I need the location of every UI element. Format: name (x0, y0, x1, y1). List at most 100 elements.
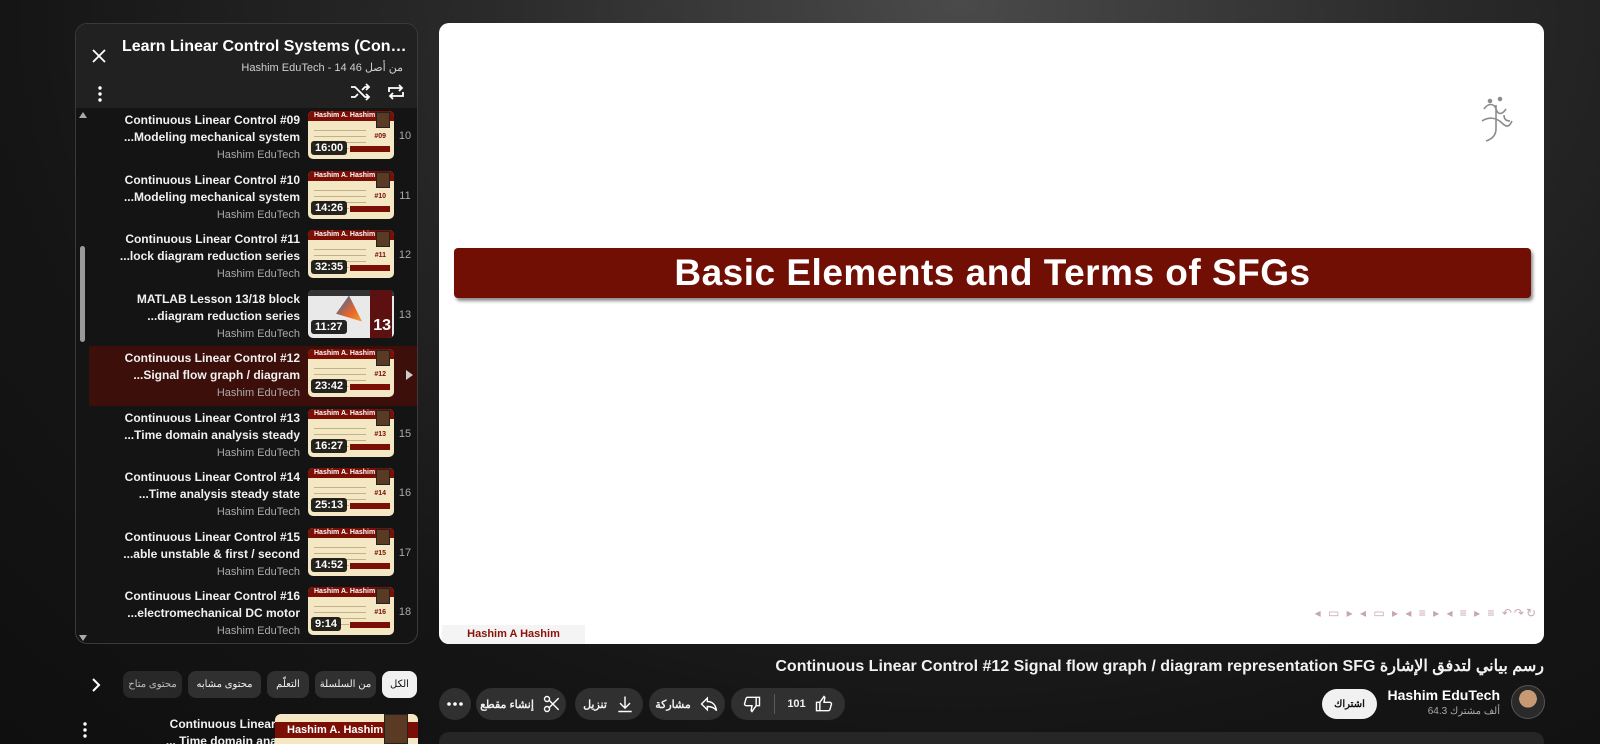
thumb-number: #09 (374, 133, 386, 140)
video-player[interactable]: Basic Elements and Terms of SFGs ◂ ▭ ▸ ◂… (439, 23, 1544, 644)
thumb-number: #15 (374, 549, 386, 557)
dislike-button[interactable] (738, 694, 766, 714)
description-box[interactable] (439, 732, 1544, 744)
playlist-item[interactable]: Continuous Linear Control #15 ...able un… (89, 525, 417, 585)
playlist-item-text: Continuous Linear Control #13 ...Time do… (89, 410, 300, 459)
channel-name: Hashim EduTech (216, 625, 300, 637)
thumb-number: 13 (373, 316, 391, 334)
share-button[interactable]: مشاركة (649, 688, 725, 720)
clip-button[interactable]: إنشاء مقطع (476, 688, 566, 720)
beamer-navigation-icons: ◂ ▭ ▸ ◂ ▭ ▸ ◂ ≡ ▸ ◂ ≡ ▸ ≡ ↶↷↻ (1314, 606, 1538, 620)
thumbs-down-icon (742, 694, 762, 714)
duration-badge: 16:27 (311, 438, 348, 453)
playlist-subtitle[interactable]: Hashim EduTech - 14 من أصل 46 (241, 61, 403, 74)
item-index: 18 (398, 606, 412, 618)
download-button[interactable]: تنزيل (575, 688, 643, 720)
calligraphy-logo (1476, 91, 1516, 147)
item-index: 15 (398, 427, 412, 440)
playlist-item[interactable]: Continuous Linear Control #14 ...Time an… (89, 465, 417, 525)
playlist-item-text: Continuous Linear Control #09 ...Modelin… (89, 112, 300, 161)
video-title-line: Continuous Linear Control #10 (124, 172, 300, 187)
matlab-logo-icon (336, 295, 362, 322)
video-thumbnail[interactable]: Hashim A. Hashim (275, 714, 418, 744)
slide-footer-author: Hashim A Hashim (442, 625, 585, 644)
thumb-avatar (376, 588, 390, 604)
recommended-item[interactable]: Continuous Linear Control #13 ... Time d… (75, 714, 418, 744)
playlist-item[interactable]: Continuous Linear Control #10 ...Modelin… (89, 168, 417, 228)
item-index: 13 (398, 308, 412, 321)
playlist-item[interactable]: Continuous Linear Control #09 ...Modelin… (89, 108, 417, 168)
thumb-band-text: Hashim A. Hashim (314, 171, 376, 179)
thumb-band-text: Hashim A. Hashim (314, 528, 376, 536)
playlist-item-active[interactable]: Continuous Linear Control #12 ...Signal … (89, 346, 417, 406)
playlist-item-text: Continuous Linear Control #14 ...Time an… (89, 469, 300, 518)
playlist-item-text: Continuous Linear Control #10 ...Modelin… (89, 172, 300, 221)
thumb-band-text: Hashim A. Hashim (314, 409, 376, 417)
slide-title: Basic Elements and Terms of SFGs (674, 252, 1311, 293)
video-thumbnail[interactable]: Hashim A. Hashim #16 9:14 (308, 587, 394, 635)
playlist-item[interactable]: Continuous Linear Control #11 ...lock di… (89, 227, 417, 287)
more-vert-icon[interactable] (90, 82, 110, 106)
shuffle-icon[interactable] (348, 80, 372, 104)
thumb-avatar (376, 350, 390, 366)
playlist-panel: Learn Linear Control Systems (Conti... H… (75, 23, 418, 644)
playlist-item[interactable]: Continuous Linear Control #13 ...Time do… (89, 406, 417, 466)
chip-from-series[interactable]: من السلسلة (315, 671, 376, 698)
channel-avatar[interactable] (1511, 685, 1545, 719)
video-thumbnail[interactable]: 13 11:27 (308, 289, 394, 338)
video-title-line: ...Time analysis steady state (138, 487, 300, 501)
channel-name: Hashim EduTech (216, 446, 300, 459)
subscribe-button[interactable]: اشتراك (1322, 689, 1377, 719)
thumb-number: #11 (374, 252, 386, 259)
more-actions-button[interactable] (439, 688, 471, 720)
thumb-number: #14 (374, 490, 386, 497)
download-label: تنزيل (583, 698, 607, 711)
like-button[interactable]: 101 (783, 694, 837, 714)
thumb-avatar (376, 469, 390, 485)
video-thumbnail[interactable]: Hashim A. Hashim #09 16:00 (308, 111, 394, 159)
video-title-line: Continuous Linear Control #14 (124, 470, 300, 484)
channel-name: Hashim EduTech (216, 208, 300, 221)
loop-icon[interactable] (384, 80, 408, 104)
video-title-line: ...able unstable & first / second (123, 546, 300, 561)
more-horiz-icon (447, 702, 463, 706)
video-title-line: ...Signal flow graph / diagram (133, 368, 300, 382)
like-dislike-group: 101 (731, 688, 845, 720)
playlist-item[interactable]: Continuous Linear Control #16 ...electro… (89, 584, 417, 643)
item-index: 11 (399, 189, 411, 202)
video-thumbnail[interactable]: Hashim A. Hashim #13 16:27 (308, 408, 394, 457)
now-playing-icon (406, 370, 413, 380)
chevron-right-icon[interactable] (85, 674, 107, 696)
video-title: Continuous Linear Control #12 Signal flo… (775, 658, 1544, 675)
duration-badge: 11:27 (311, 319, 347, 334)
video-thumbnail[interactable]: Hashim A. Hashim #11 32:35 (308, 230, 394, 278)
video-title-line: ...Modeling mechanical system (123, 130, 300, 144)
thumb-avatar (384, 714, 408, 744)
video-thumbnail[interactable]: Hashim A. Hashim #15 14:52 (308, 527, 394, 576)
close-icon[interactable] (87, 44, 111, 68)
channel-name[interactable]: Hashim EduTech (1387, 687, 1500, 703)
video-thumbnail[interactable]: Hashim A. Hashim #10 14:26 (308, 170, 394, 219)
clip-label: إنشاء مقطع (480, 698, 534, 711)
chip-learning[interactable]: التعلّم (267, 671, 309, 698)
chip-all[interactable]: الكل (382, 671, 417, 698)
thumb-band-text: Hashim A. Hashim (314, 231, 376, 238)
video-thumbnail[interactable]: Hashim A. Hashim #12 23:42 (308, 349, 394, 397)
video-thumbnail[interactable]: Hashim A. Hashim #14 25:13 (308, 468, 394, 516)
thumb-avatar (376, 112, 390, 128)
playlist-item[interactable]: MATLAB Lesson 13/18 block ...diagram red… (89, 287, 417, 347)
video-title-line: Continuous Linear Control #12 (124, 351, 300, 365)
video-title-line: Continuous Linear Control #15 (124, 529, 300, 544)
thumbs-up-icon (814, 694, 834, 714)
more-vert-icon[interactable] (79, 720, 91, 740)
channel-name: Hashim EduTech (216, 149, 300, 161)
slide-title-banner: Basic Elements and Terms of SFGs (454, 248, 1531, 298)
chip-similar[interactable]: محتوى مشابه (188, 671, 261, 698)
chip-available[interactable]: محتوى متاح (123, 671, 182, 698)
download-icon (615, 694, 635, 714)
thumb-band-text: Hashim A. Hashim (314, 112, 376, 119)
duration-badge: 16:00 (311, 141, 348, 155)
duration-badge: 32:35 (311, 260, 348, 274)
playlist-title[interactable]: Learn Linear Control Systems (Conti... (122, 38, 407, 56)
thumb-number: #10 (374, 192, 386, 200)
